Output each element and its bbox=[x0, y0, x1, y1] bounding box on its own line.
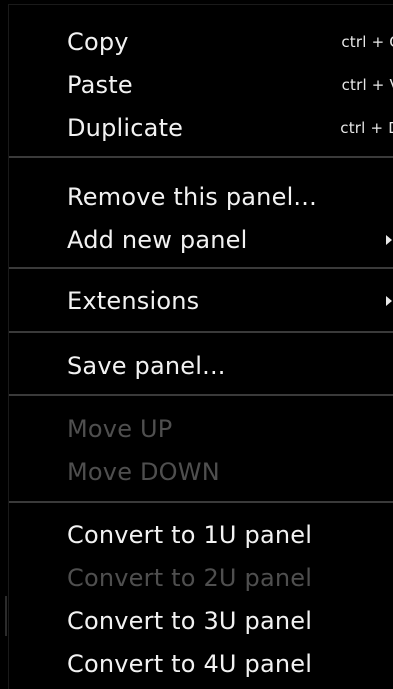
menu-item-label: Extensions bbox=[67, 287, 200, 315]
menu-item-label: Duplicate bbox=[67, 114, 184, 142]
menu-item-label: Convert to 1U panel bbox=[67, 521, 313, 549]
submenu-arrow-icon bbox=[386, 296, 392, 306]
submenu-arrow-icon bbox=[386, 235, 392, 245]
context-menu: Copy ctrl + C Paste ctrl + V Duplicate c… bbox=[8, 4, 393, 689]
menu-item-paste[interactable]: Paste ctrl + V bbox=[67, 64, 393, 106]
menu-item-duplicate[interactable]: Duplicate ctrl + D bbox=[67, 107, 393, 149]
menu-item-convert-1u[interactable]: Convert to 1U panel bbox=[67, 514, 393, 556]
shortcut-label: ctrl + V bbox=[341, 76, 393, 94]
shortcut-label: ctrl + C bbox=[341, 33, 393, 51]
menu-separator bbox=[9, 156, 393, 158]
menu-separator bbox=[9, 267, 393, 269]
menu-item-save-panel[interactable]: Save panel... bbox=[67, 345, 393, 387]
menu-separator bbox=[9, 331, 393, 333]
menu-item-label: Add new panel bbox=[67, 226, 248, 254]
menu-separator bbox=[9, 394, 393, 396]
edge-tick bbox=[5, 596, 7, 636]
menu-item-label: Paste bbox=[67, 71, 133, 99]
menu-item-move-up: Move UP bbox=[67, 408, 393, 450]
menu-item-label: Copy bbox=[67, 28, 129, 56]
menu-item-convert-3u[interactable]: Convert to 3U panel bbox=[67, 600, 393, 642]
shortcut-label: ctrl + D bbox=[340, 119, 393, 137]
background-edge bbox=[0, 0, 8, 689]
menu-item-label: Convert to 3U panel bbox=[67, 607, 313, 635]
menu-item-copy[interactable]: Copy ctrl + C bbox=[67, 21, 393, 63]
menu-item-label: Remove this panel... bbox=[67, 183, 317, 211]
menu-item-label: Convert to 2U panel bbox=[67, 564, 313, 592]
menu-item-convert-4u[interactable]: Convert to 4U panel bbox=[67, 643, 393, 685]
menu-item-label: Move UP bbox=[67, 415, 173, 443]
menu-item-remove-panel[interactable]: Remove this panel... bbox=[67, 176, 393, 218]
menu-item-convert-2u: Convert to 2U panel bbox=[67, 557, 393, 599]
menu-item-add-new-panel[interactable]: Add new panel bbox=[67, 219, 393, 261]
menu-item-label: Save panel... bbox=[67, 352, 226, 380]
menu-separator bbox=[9, 501, 393, 503]
menu-item-label: Move DOWN bbox=[67, 458, 220, 486]
menu-item-label: Convert to 4U panel bbox=[67, 650, 313, 678]
menu-item-move-down: Move DOWN bbox=[67, 451, 393, 493]
menu-item-extensions[interactable]: Extensions bbox=[67, 280, 393, 322]
